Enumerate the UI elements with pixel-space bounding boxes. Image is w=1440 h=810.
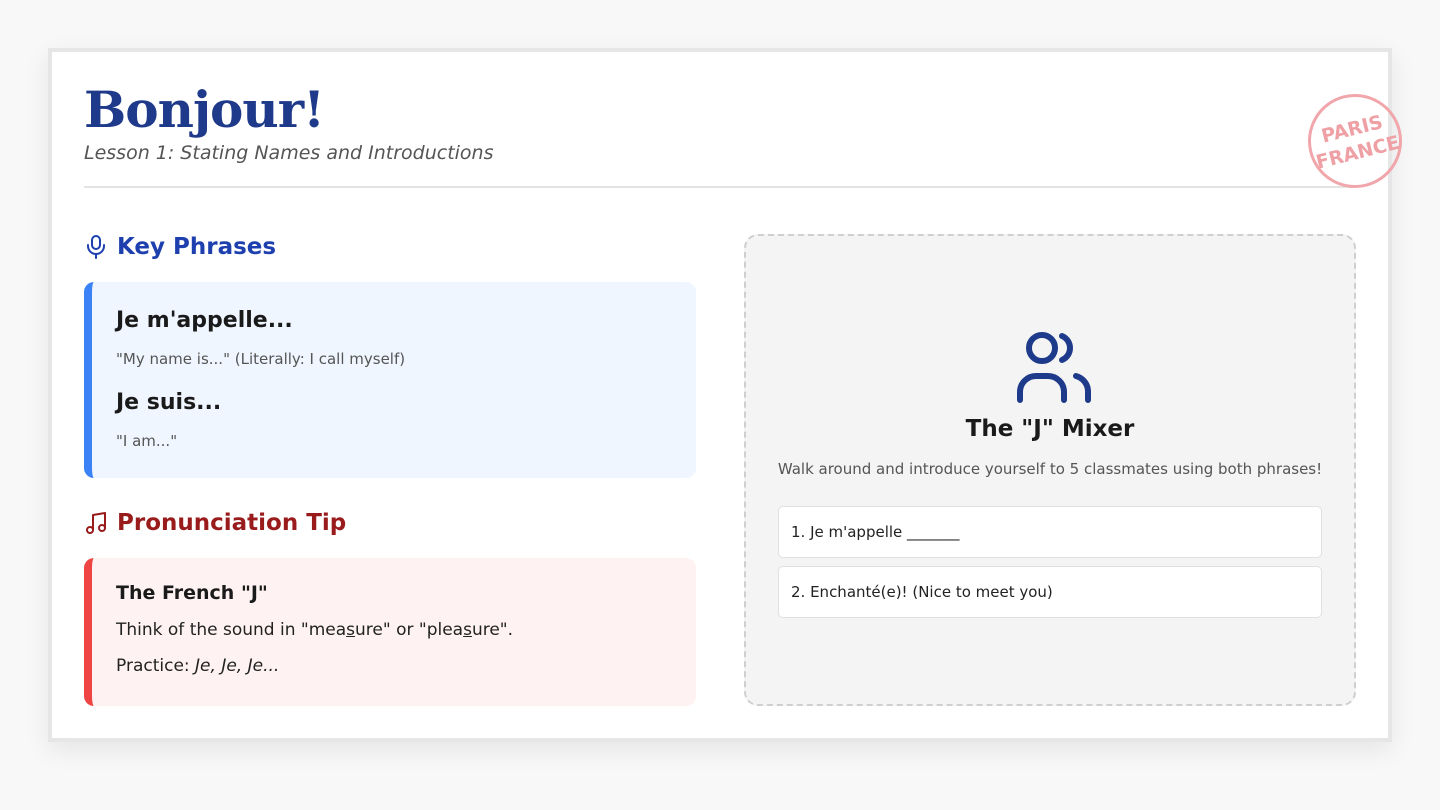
phrase-je-suis: Je suis...	[116, 390, 222, 415]
key-phrases-heading-label: Key Phrases	[117, 234, 277, 260]
practice-label: Practice:	[116, 656, 190, 676]
mixer-description: Walk around and introduce yourself to 5 …	[777, 460, 1323, 478]
phrase-je-mappelle-gloss: "My name is..." (Literally: I call mysel…	[116, 350, 406, 368]
page-title: Bonjour!	[84, 80, 325, 139]
mixer-activity-panel: The "J" Mixer Walk around and introduce …	[744, 234, 1356, 706]
paris-france-stamp: PARIS FRANCE	[1298, 84, 1412, 198]
tip-text-c: ure".	[471, 620, 514, 640]
phrase-je-suis-gloss: "I am..."	[116, 432, 178, 450]
mixer-step-card: 2. Enchanté(e)! (Nice to meet you)	[778, 566, 1322, 618]
lesson-subtitle: Lesson 1: Stating Names and Introduction…	[84, 142, 494, 164]
tip-text-a: Think of the sound in "mea	[116, 620, 347, 640]
pronunciation-tip-box: The French "J" Think of the sound in "me…	[84, 558, 696, 706]
tip-text-b: ure" or "plea	[355, 620, 464, 640]
tip-underlined-s-2: s	[463, 620, 472, 640]
tip-sound-example: Think of the sound in "measure" or "plea…	[116, 620, 513, 640]
pronunciation-tip-heading: Pronunciation Tip	[84, 510, 346, 536]
practice-text: Je, Je, Je...	[195, 656, 280, 676]
lesson-slide: Bonjour! Lesson 1: Stating Names and Int…	[48, 48, 1412, 742]
tip-underlined-s-1: s	[346, 620, 356, 640]
phrase-je-mappelle: Je m'appelle...	[116, 308, 293, 333]
slide-header: Bonjour! Lesson 1: Stating Names and Int…	[84, 78, 1412, 198]
key-phrases-box: Je m'appelle... "My name is..." (Literal…	[84, 282, 696, 478]
tip-title: The French "J"	[116, 582, 268, 604]
tip-practice: Practice: Je, Je, Je...	[116, 656, 279, 676]
pronunciation-tip-heading-label: Pronunciation Tip	[117, 510, 347, 536]
users-icon	[1012, 324, 1092, 404]
mixer-title: The "J" Mixer	[965, 416, 1135, 442]
mixer-step-card: 1. Je m'appelle _______	[778, 506, 1322, 558]
key-phrases-heading: Key Phrases	[84, 234, 276, 260]
microphone-icon	[84, 234, 108, 260]
music-note-icon	[84, 510, 108, 536]
